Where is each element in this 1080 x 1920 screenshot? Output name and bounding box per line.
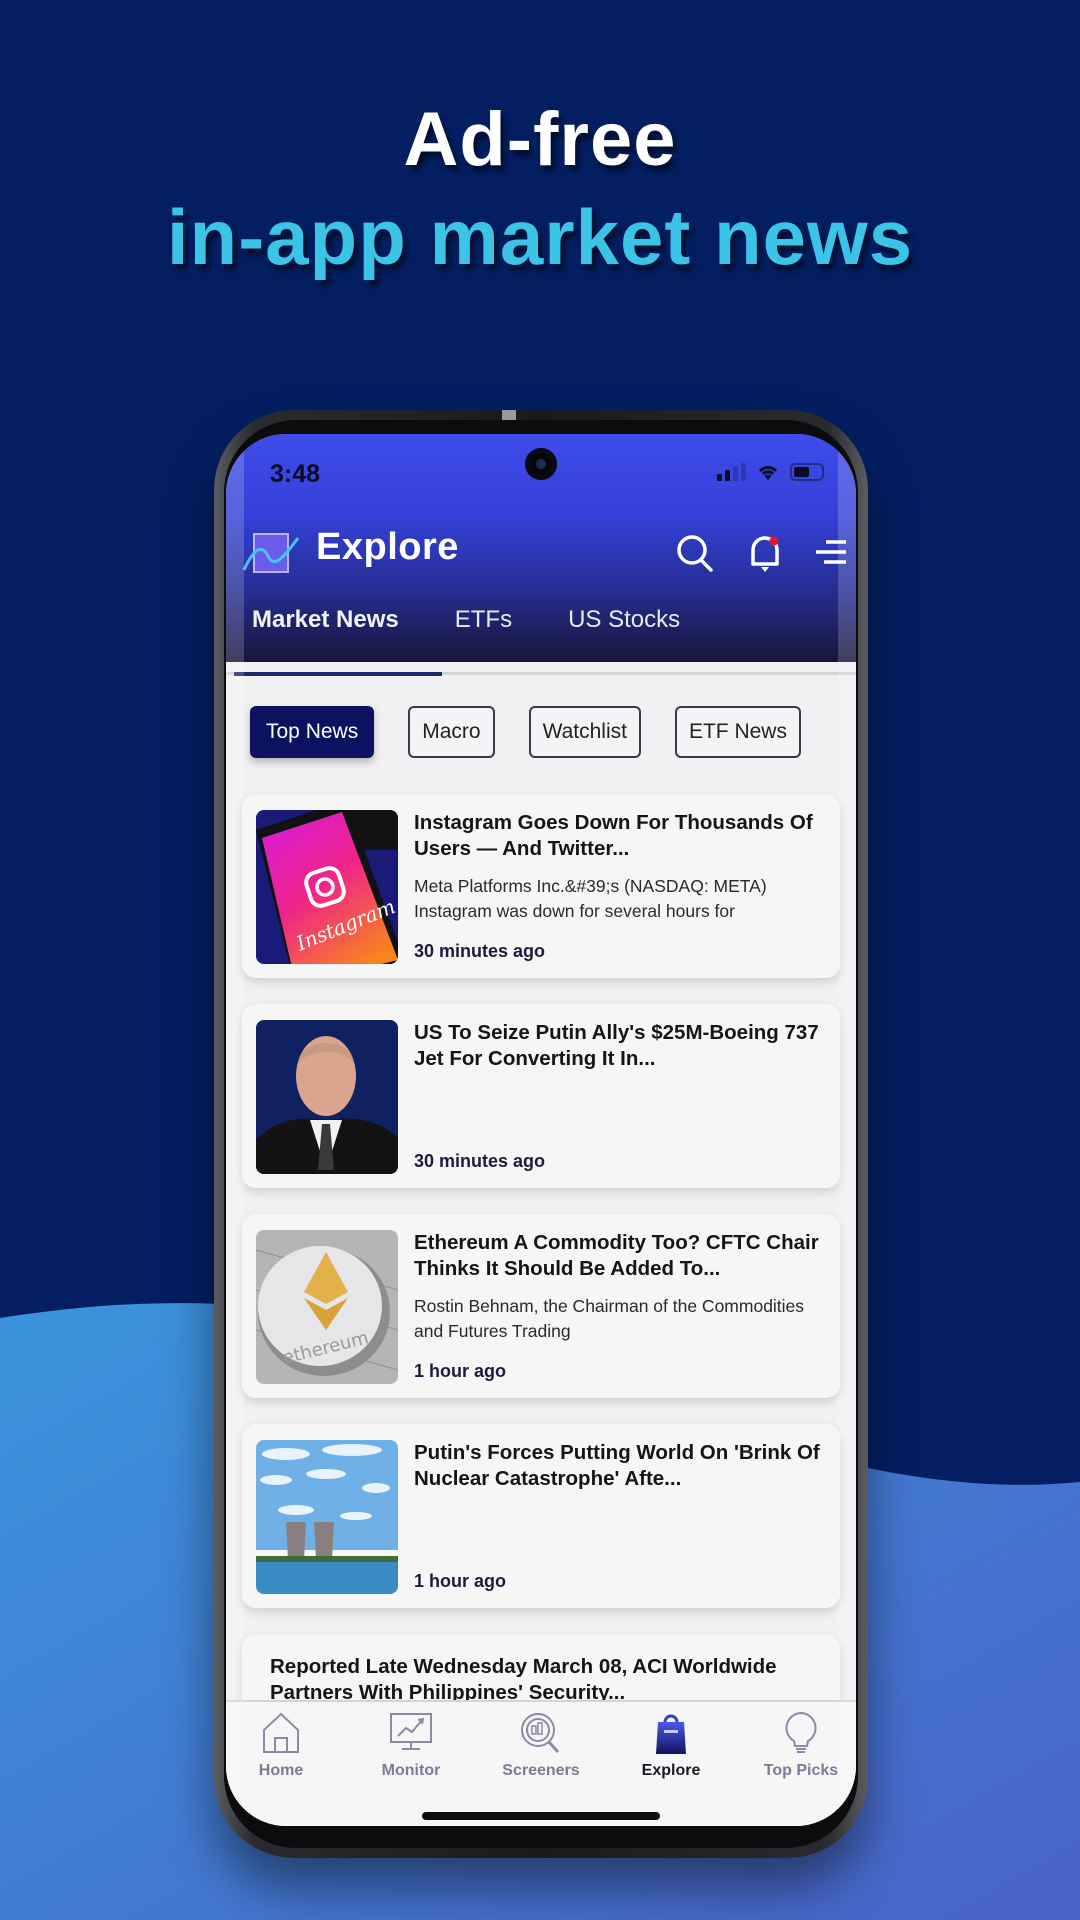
news-snippet: Meta Platforms Inc.&#39;s (NASDAQ: META)… (414, 876, 767, 921)
news-list: Instagram Instagram Goes Down For Thousa… (242, 794, 840, 1820)
page-title: Explore (316, 526, 459, 568)
lightbulb-icon (785, 1711, 817, 1753)
bottom-nav: Home Monitor Screeners Explore Top Picks (226, 1700, 856, 1826)
signal-icon (717, 463, 746, 481)
home-icon (263, 1712, 299, 1753)
news-title: Instagram Goes Down For Thousands Of Use… (414, 811, 813, 860)
promo-headline-line1: Ad-free (403, 97, 677, 182)
screener-magnifier-icon (521, 1713, 560, 1754)
phone-frame: 3:48 Explore Market News ETFs US Stocks … (214, 410, 868, 1858)
news-card[interactable]: Putin's Forces Putting World On 'Brink O… (242, 1424, 840, 1608)
news-time: 1 hour ago (414, 1361, 507, 1381)
news-time: 30 minutes ago (414, 941, 546, 961)
category-tabs: Market News ETFs US Stocks (252, 606, 680, 634)
explore-bag-icon (656, 1714, 686, 1754)
app-header: 3:48 Explore Market News ETFs US Stocks (226, 434, 856, 662)
instagram-phone-image: Instagram (256, 810, 398, 964)
chip-watchlist[interactable]: Watchlist (528, 706, 641, 758)
status-time: 3:48 (270, 460, 321, 488)
battery-icon (790, 463, 824, 481)
app-screen: 3:48 Explore Market News ETFs US Stocks … (226, 434, 856, 1826)
news-filter-chips: Top News Macro Watchlist ETF News (250, 706, 801, 758)
app-logo-icon (242, 533, 300, 573)
nav-screeners[interactable]: Screeners (486, 1710, 596, 1780)
tab-us-stocks[interactable]: US Stocks (568, 606, 680, 634)
status-icons (717, 462, 824, 482)
news-card[interactable]: ethereum Ethereum A Commodity Too? CFTC … (242, 1214, 840, 1398)
phone-top-sensor (502, 410, 516, 420)
news-title: US To Seize Putin Ally's $25M-Boeing 737… (414, 1021, 819, 1070)
promo-headline-line2: in-app market news (166, 193, 914, 281)
chip-macro[interactable]: Macro (408, 706, 495, 758)
front-camera (525, 448, 557, 480)
home-indicator[interactable] (422, 1812, 660, 1820)
ethereum-coin-image: ethereum (256, 1230, 398, 1384)
news-card[interactable]: Instagram Instagram Goes Down For Thousa… (242, 794, 840, 978)
nav-home[interactable]: Home (226, 1710, 336, 1780)
chip-etf-news[interactable]: ETF News (674, 706, 801, 758)
tab-market-news[interactable]: Market News (252, 606, 399, 634)
news-snippet: Rostin Behnam, the Chairman of the Commo… (414, 1296, 805, 1341)
tab-etfs[interactable]: ETFs (455, 606, 512, 634)
news-time: 30 minutes ago (414, 1151, 546, 1171)
nuclear-plant-image (256, 1440, 398, 1594)
monitor-chart-icon (390, 1713, 432, 1750)
news-card[interactable]: US To Seize Putin Ally's $25M-Boeing 737… (242, 1004, 840, 1188)
nav-monitor[interactable]: Monitor (356, 1710, 466, 1780)
putin-portrait-image (256, 1020, 398, 1174)
news-title: Reported Late Wednesday March 08, ACI Wo… (270, 1655, 777, 1704)
news-title: Ethereum A Commodity Too? CFTC Chair Thi… (414, 1231, 819, 1280)
chip-top-news[interactable]: Top News (250, 706, 375, 758)
nav-top-picks[interactable]: Top Picks (746, 1710, 856, 1780)
tab-active-indicator (234, 672, 442, 676)
wifi-icon (758, 466, 778, 480)
bell-icon[interactable] (744, 532, 786, 574)
menu-icon[interactable] (810, 532, 852, 574)
search-icon[interactable] (674, 532, 716, 574)
nav-explore[interactable]: Explore (616, 1710, 726, 1780)
notification-dot (769, 536, 779, 546)
news-time: 1 hour ago (414, 1571, 507, 1591)
news-title: Putin's Forces Putting World On 'Brink O… (414, 1441, 820, 1490)
